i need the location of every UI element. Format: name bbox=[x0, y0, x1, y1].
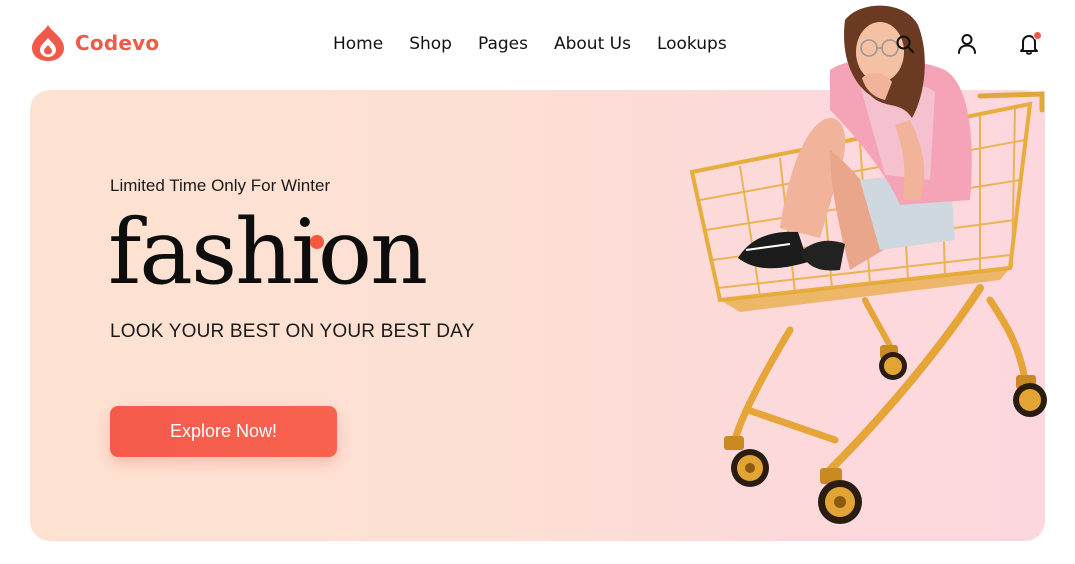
user-icon[interactable] bbox=[955, 32, 979, 56]
explore-now-button[interactable]: Explore Now! bbox=[110, 406, 337, 457]
hero-headline: fashion bbox=[108, 200, 428, 305]
bell-icon[interactable] bbox=[1017, 31, 1042, 56]
hero-banner: Limited Time Only For Winter fashion LOO… bbox=[30, 90, 1045, 541]
hero-subline: LOOK YOUR BEST ON YOUR BEST DAY bbox=[110, 321, 475, 342]
hero-tagline: Limited Time Only For Winter bbox=[110, 176, 331, 195]
notification-badge bbox=[1033, 31, 1042, 40]
headline-accent-dot bbox=[310, 235, 324, 249]
search-icon[interactable] bbox=[893, 32, 917, 56]
header-actions bbox=[0, 31, 1075, 62]
